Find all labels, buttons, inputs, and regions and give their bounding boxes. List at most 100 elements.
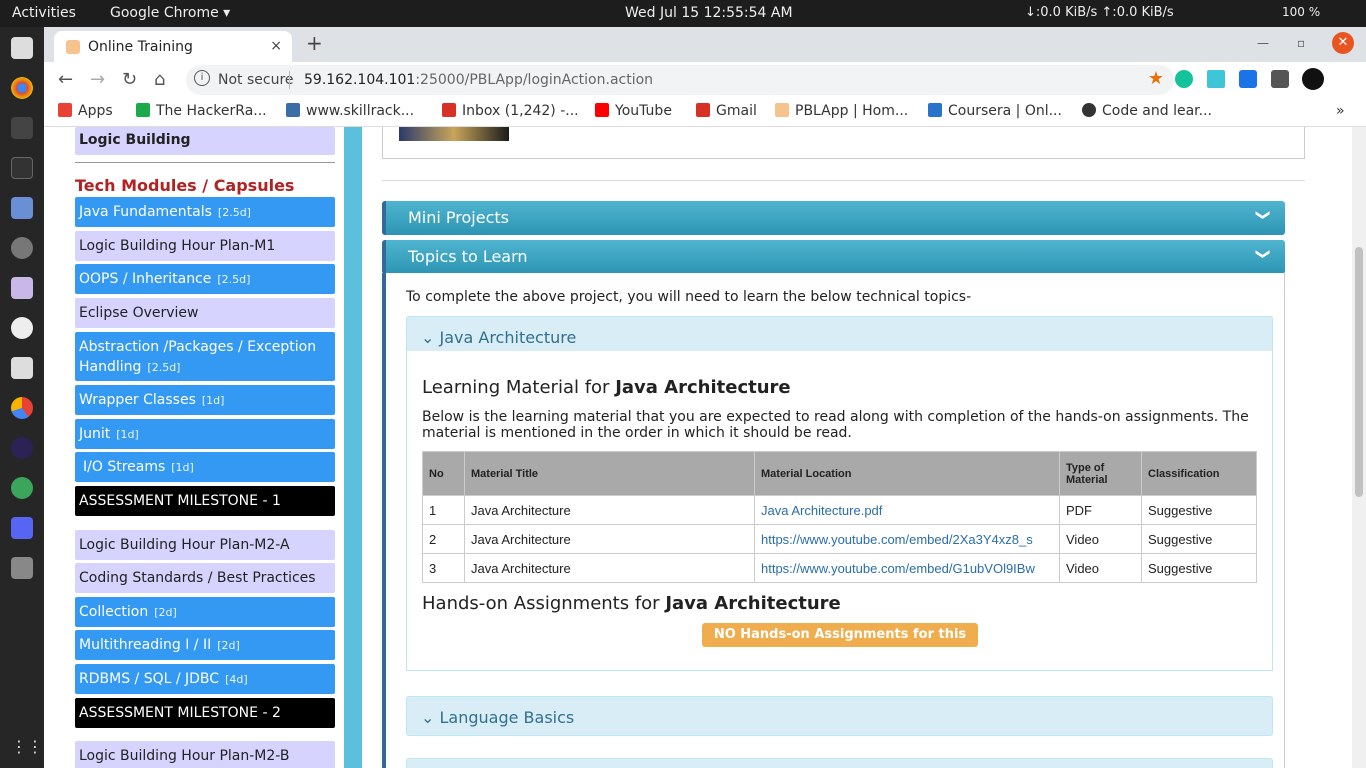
accordion-java-architecture[interactable]: ⌄ Java Architecture (406, 316, 1273, 356)
material-link[interactable]: https://www.youtube.com/embed/2Xa3Y4xz8_… (761, 532, 1033, 547)
gmail-icon (696, 103, 710, 117)
column-header: Material Location (754, 451, 1060, 496)
sidebar-item[interactable]: Eclipse Overview (75, 298, 335, 328)
topics-intro: To complete the above project, you will … (406, 289, 972, 305)
sidebar-item-milestone[interactable]: ASSESSMENT MILESTONE - 2 (75, 698, 335, 728)
sidebar-item[interactable]: Java Fundamentals [2.5d] (75, 197, 335, 227)
profile-avatar[interactable] (1302, 68, 1324, 90)
play-extension-icon[interactable] (1207, 70, 1225, 88)
address-bar[interactable]: i Not secure 59.162.104.101:25000/PBLApp… (186, 65, 1174, 95)
accordion-header[interactable]: ⌄ Java Architecture (421, 328, 576, 347)
sidebar-item[interactable]: RDBMS / SQL / JDBC [4d] (75, 664, 335, 694)
bookmark-skillrack[interactable]: www.skillrack... (286, 103, 414, 119)
bookmark-star-icon[interactable]: ★ (1148, 68, 1164, 89)
page-scrollbar[interactable] (1352, 127, 1366, 768)
navigation-bar: ← → ↻ ⌂ i Not secure 59.162.104.101:2500… (44, 62, 1366, 97)
sidebar-item-logic-building[interactable]: Logic Building (75, 127, 335, 155)
app-icon[interactable] (11, 197, 33, 219)
cell-type: PDF (1059, 495, 1142, 525)
accordion-body: Learning Material for Java Architecture … (406, 351, 1273, 671)
sidebar-item[interactable]: Logic Building Hour Plan-M2-A (75, 530, 335, 560)
sidebar-item[interactable]: Multithreading I / II [2d] (75, 630, 335, 660)
tab-online-training[interactable]: Online Training × (54, 31, 292, 62)
sidebar-item[interactable]: Coding Standards / Best Practices (75, 563, 335, 593)
more-bookmarks-icon[interactable]: » (1336, 103, 1345, 119)
topics-panel-header[interactable]: Topics to Learn ❯ (382, 240, 1285, 274)
terminal-icon[interactable] (11, 157, 33, 179)
grammarly-icon[interactable] (1175, 70, 1193, 88)
accordion-next[interactable] (406, 758, 1273, 768)
sidebar-item[interactable]: Wrapper Classes [1d] (75, 385, 335, 415)
url-host: 59.162.104.101 (304, 72, 416, 88)
store-icon[interactable] (11, 317, 33, 339)
info-icon[interactable]: i (194, 70, 210, 86)
back-button[interactable]: ← (58, 69, 73, 90)
url-text[interactable]: 59.162.104.101:25000/PBLApp/loginAction.… (304, 72, 653, 88)
sidebar-item[interactable]: Abstraction /Packages / Exception Handli… (75, 332, 335, 381)
material-link[interactable]: https://www.youtube.com/embed/G1ubVOl9IB… (761, 561, 1035, 576)
forward-button[interactable]: → (90, 69, 105, 90)
bookmark-inbox[interactable]: Inbox (1,242) -... (442, 103, 579, 119)
learning-material-heading: Learning Material for Java Architecture (422, 377, 791, 398)
translate-extension-icon[interactable] (1239, 70, 1257, 88)
bookmark-coursera[interactable]: Coursera | Onl... (928, 103, 1062, 119)
chrome-icon[interactable] (11, 77, 33, 99)
green-app-icon[interactable] (11, 477, 33, 499)
activities-button[interactable]: Activities (12, 5, 76, 21)
eclipse-icon[interactable] (11, 437, 33, 459)
show-apps-icon[interactable]: ⋮⋮ (11, 737, 43, 759)
pblapp-icon (775, 103, 789, 117)
table-row: 1 Java Architecture Java Architecture.pd… (422, 495, 1257, 525)
maximize-button[interactable]: ▫ (1297, 36, 1305, 50)
bookmark-gmail[interactable]: Gmail (696, 103, 757, 119)
divider (382, 180, 1305, 181)
minimize-button[interactable]: — (1257, 36, 1269, 50)
app-menu[interactable]: Google Chrome ▾ (110, 5, 230, 21)
tab-title: Online Training (88, 39, 193, 55)
new-tab-button[interactable]: + (306, 31, 323, 55)
close-window-button[interactable]: ✕ (1332, 32, 1354, 54)
reload-button[interactable]: ↻ (122, 69, 137, 90)
project-thumbnail (399, 127, 509, 141)
chevron-down-icon[interactable]: ❯ (1255, 248, 1271, 260)
extensions-puzzle-icon[interactable] (1271, 70, 1289, 88)
search-app-icon[interactable] (11, 357, 33, 379)
chart-app-icon[interactable] (11, 397, 33, 419)
accordion-language-basics[interactable]: ⌄ Language Basics (406, 696, 1273, 736)
sidebar-item[interactable]: I/O Streams [1d] (75, 452, 335, 482)
cell-location: Java Architecture.pdf (754, 495, 1060, 525)
cell-location: https://www.youtube.com/embed/G1ubVOl9IB… (754, 553, 1060, 583)
chevron-down-icon[interactable]: ❯ (1255, 209, 1271, 221)
sidebar-item[interactable]: OOPS / Inheritance [2.5d] (75, 264, 335, 294)
not-secure-label[interactable]: Not secure (218, 72, 294, 88)
sidebar-item-milestone[interactable]: ASSESSMENT MILESTONE - 1 (75, 486, 335, 516)
cell-no: 2 (422, 524, 465, 554)
clock[interactable]: Wed Jul 15 12:55:54 AM (625, 5, 793, 21)
disk-icon[interactable] (11, 557, 33, 579)
mini-projects-panel-header[interactable]: Mini Projects ❯ (382, 201, 1285, 235)
bookmark-youtube[interactable]: YouTube (595, 103, 672, 119)
bookmark-hackerrank[interactable]: The HackerRa... (136, 103, 267, 119)
bookmark-apps[interactable]: Apps (58, 103, 113, 119)
screenshot-icon[interactable] (11, 517, 33, 539)
sidebar-item[interactable]: Logic Building Hour Plan-M2-B (75, 741, 335, 768)
accordion-header[interactable]: ⌄ Language Basics (421, 708, 574, 727)
monitor-icon[interactable] (11, 117, 33, 139)
cell-classification: Suggestive (1141, 524, 1257, 554)
scrollbar-thumb[interactable] (1355, 247, 1363, 497)
home-button[interactable]: ⌂ (154, 69, 165, 90)
material-link[interactable]: Java Architecture.pdf (761, 503, 882, 518)
files-icon[interactable] (11, 37, 33, 59)
toggle-icon[interactable] (11, 277, 33, 299)
close-tab-icon[interactable]: × (270, 38, 282, 54)
bookmark-code[interactable]: Code and lear... (1082, 103, 1212, 119)
cell-classification: Suggestive (1141, 553, 1257, 583)
learning-material-description: Below is the learning material that you … (422, 409, 1249, 441)
sidebar-item[interactable]: Collection [2d] (75, 597, 335, 627)
sidebar-item[interactable]: Junit [1d] (75, 419, 335, 449)
main-content: Mini Projects ❯ Topics to Learn ❯ To com… (362, 127, 1366, 768)
bookmark-pblapp[interactable]: PBLApp | Hom... (775, 103, 908, 119)
battery-indicator[interactable]: 100 % (1282, 5, 1320, 19)
settings-icon[interactable] (11, 237, 33, 259)
sidebar-item[interactable]: Logic Building Hour Plan-M1 (75, 231, 335, 261)
